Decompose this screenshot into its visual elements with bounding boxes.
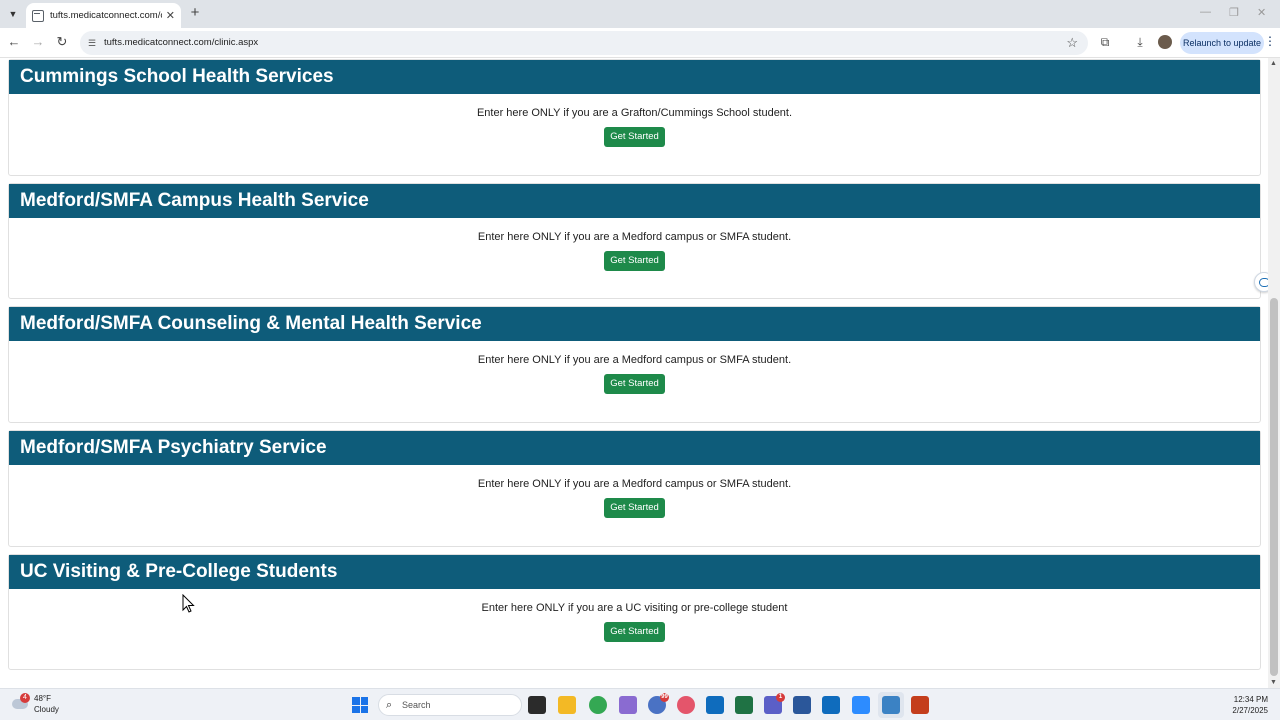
windows-taskbar: 4 48°F Cloudy ⌕ Search 99 1 12:34 PM 2/2… [0,688,1280,720]
card-title: Cummings School Health Services [9,60,1260,94]
notification-badge: 99 [660,693,669,702]
card-title: Medford/SMFA Counseling & Mental Health … [9,307,1260,341]
clinic-card-campus-health: Medford/SMFA Campus Health Service Enter… [8,183,1261,299]
back-icon[interactable]: ← [6,34,22,50]
bookmark-star-icon[interactable]: ☆ [1066,35,1078,51]
scrollbar-thumb[interactable] [1270,298,1278,676]
weather-temperature: 48°F [34,694,51,703]
outlook-icon[interactable] [706,696,724,714]
file-explorer-icon[interactable] [558,696,576,714]
card-title: Medford/SMFA Campus Health Service [9,184,1260,218]
get-started-button[interactable]: Get Started [604,374,665,394]
get-started-button[interactable]: Get Started [604,498,665,518]
outlook-new-icon[interactable] [822,696,840,714]
minimize-icon[interactable]: — [1200,6,1211,18]
get-started-button[interactable]: Get Started [604,127,665,147]
scroll-up-icon[interactable]: ▲ [1270,60,1277,67]
mouse-cursor-icon [182,594,195,613]
taskbar-search[interactable]: ⌕ Search [378,694,522,716]
search-icon: ⌕ [386,699,393,711]
powerpoint-icon[interactable] [911,696,929,714]
teams-icon[interactable]: 1 [764,693,785,714]
search-placeholder: Search [402,700,431,710]
chrome-icon[interactable] [589,696,607,714]
taskbar-clock[interactable]: 12:34 PM 2/27/2025 [1232,694,1268,716]
card-description: Enter here ONLY if you are a Grafton/Cum… [476,107,793,119]
clinic-card-cummings: Cummings School Health Services Enter he… [8,59,1261,176]
task-view-icon[interactable] [528,696,546,714]
tab-title: tufts.medicatconnect.com/clinic [50,10,162,21]
weather-condition: Cloudy [34,705,59,714]
tab-search-icon[interactable]: ▼ [5,6,21,22]
clock-time: 12:34 PM [1233,695,1268,704]
close-tab-icon[interactable]: ✕ [166,9,175,22]
more-menu-icon[interactable]: ⋮ [1264,34,1276,48]
download-icon[interactable]: ⤓ [1132,34,1148,50]
word-icon[interactable] [793,696,811,714]
get-started-button[interactable]: Get Started [604,622,665,642]
card-title: Medford/SMFA Psychiatry Service [9,431,1260,465]
reload-icon[interactable]: ↻ [54,34,70,50]
chat-app-icon[interactable]: 99 [648,693,669,714]
weather-badge: 4 [20,693,30,703]
maximize-icon[interactable]: ❐ [1229,6,1239,19]
scroll-down-icon[interactable]: ▼ [1270,679,1277,686]
browser-tab-strip: ▼ tufts.medicatconnect.com/clinic ✕ + — … [0,0,1280,28]
address-url[interactable]: tufts.medicatconnect.com/clinic.aspx [104,37,258,48]
address-bar[interactable]: ☰ tufts.medicatconnect.com/clinic.aspx ☆ [80,31,1088,55]
windows-start-icon[interactable] [352,697,368,713]
close-window-icon[interactable]: ✕ [1257,6,1266,19]
app-icon[interactable] [677,696,695,714]
browser-toolbar: ← → ↻ ☰ tufts.medicatconnect.com/clinic.… [0,28,1280,58]
site-info-icon[interactable]: ☰ [88,38,98,48]
profile-avatar[interactable] [1158,35,1172,49]
page-scrollbar[interactable]: ▲ ▼ [1268,58,1280,688]
zoom-icon[interactable] [852,696,870,714]
app-icon[interactable] [619,696,637,714]
card-description: Enter here ONLY if you are a Medford cam… [477,354,792,366]
clock-date: 2/27/2025 [1232,706,1268,715]
card-description: Enter here ONLY if you are a Medford cam… [477,231,792,243]
snipping-tool-icon[interactable] [882,696,900,714]
weather-widget[interactable]: 4 48°F Cloudy [10,693,80,717]
card-description: Enter here ONLY if you are a UC visiting… [481,602,788,614]
page-favicon-icon [32,9,44,22]
get-started-button[interactable]: Get Started [604,251,665,271]
card-description: Enter here ONLY if you are a Medford cam… [477,478,792,490]
relaunch-button[interactable]: Relaunch to update [1180,32,1264,54]
new-tab-icon[interactable]: + [188,5,202,21]
extensions-icon[interactable]: ⧉ [1097,34,1113,50]
notification-badge: 1 [776,693,785,702]
excel-icon[interactable] [735,696,753,714]
clinic-card-counseling: Medford/SMFA Counseling & Mental Health … [8,306,1261,423]
card-title: UC Visiting & Pre-College Students [9,555,1260,589]
browser-tab[interactable]: tufts.medicatconnect.com/clinic ✕ [26,3,181,28]
clinic-card-psychiatry: Medford/SMFA Psychiatry Service Enter he… [8,430,1261,547]
forward-icon[interactable]: → [30,34,46,50]
